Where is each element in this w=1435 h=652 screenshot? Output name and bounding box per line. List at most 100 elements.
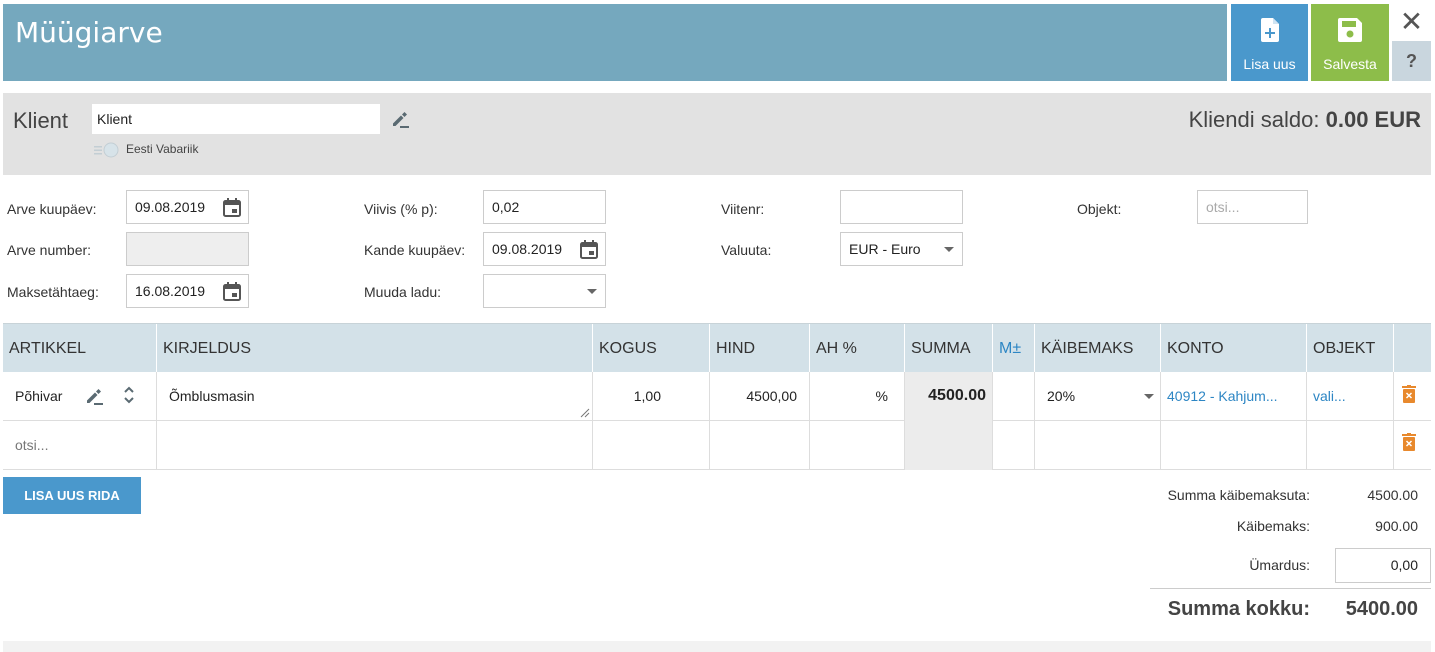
- actions-cell: [1393, 421, 1431, 470]
- client-balance: Kliendi saldo: 0.00 EUR: [1189, 107, 1421, 133]
- description-cell[interactable]: Õmblusmasin: [156, 372, 592, 421]
- edit-icon[interactable]: [85, 387, 105, 405]
- delete-row-icon[interactable]: [1402, 433, 1416, 451]
- penalty-label: Viivis (% p):: [364, 201, 438, 217]
- calendar-icon[interactable]: [223, 198, 241, 217]
- add-new-label: Lisa uus: [1243, 56, 1296, 72]
- m-toggle-cell[interactable]: [992, 421, 1034, 470]
- calendar-icon[interactable]: [223, 282, 241, 301]
- sum-cell: [904, 421, 992, 470]
- add-new-button[interactable]: Lisa uus: [1231, 4, 1308, 81]
- delete-row-icon[interactable]: [1402, 385, 1416, 403]
- col-price: HIND: [709, 324, 809, 373]
- rounding-input[interactable]: 0,00: [1335, 548, 1431, 583]
- entry-date-value: 09.08.2019: [492, 241, 563, 257]
- account-link[interactable]: 40912 - Kahjum...: [1160, 372, 1306, 421]
- due-date-field[interactable]: 16.08.2019: [126, 274, 249, 308]
- balance-value: 0.00 EUR: [1325, 107, 1421, 132]
- client-bar: Klient Eesti Vabariik Kliendi saldo: 0.0…: [3, 93, 1431, 175]
- help-button[interactable]: ?: [1392, 41, 1431, 81]
- add-row-button[interactable]: LISA UUS RIDA: [3, 477, 141, 514]
- account-cell[interactable]: [1160, 421, 1306, 470]
- new-document-icon: [1260, 18, 1279, 42]
- vat-select[interactable]: 20%: [1034, 372, 1160, 421]
- chevron-down-icon: [587, 289, 597, 294]
- description-cell[interactable]: [156, 421, 592, 470]
- col-m-toggle[interactable]: M±: [992, 324, 1034, 373]
- rounding-label: Ümardus:: [1249, 557, 1310, 573]
- entry-date-label: Kande kuupäev:: [364, 242, 466, 258]
- quantity-cell[interactable]: [592, 421, 709, 470]
- discount-cell[interactable]: [809, 421, 904, 470]
- save-icon: [1338, 18, 1362, 42]
- resize-handle-icon[interactable]: [580, 408, 590, 418]
- invoice-number-label: Arve number:: [7, 242, 92, 258]
- table-row: Põhivar Õmblusmasin 1,00 4500,00 % 4500.…: [3, 372, 1431, 421]
- chevron-down-icon: [944, 247, 954, 252]
- invoice-number-field: [126, 232, 249, 266]
- col-object: OBJEKT: [1306, 324, 1393, 373]
- chevron-down-icon: [1144, 394, 1154, 399]
- grand-total-value: 5400.00: [1345, 598, 1418, 620]
- client-label: Klient: [13, 108, 69, 133]
- invoice-date-value: 09.08.2019: [135, 199, 206, 215]
- description-value: Õmblusmasin: [169, 388, 255, 404]
- col-article: ARTIKKEL: [9, 340, 87, 357]
- reference-field[interactable]: [840, 190, 963, 224]
- warehouse-select[interactable]: [483, 274, 606, 308]
- calendar-icon[interactable]: [580, 240, 598, 259]
- table-header: ARTIKKEL KIRJELDUS KOGUS HIND AH % SUMMA…: [3, 323, 1431, 373]
- country-toggle-icon[interactable]: [93, 142, 121, 158]
- actions-cell: [1393, 372, 1431, 421]
- table-row: otsi...: [3, 421, 1431, 470]
- col-vat: KÄIBEMAKS: [1034, 324, 1160, 373]
- due-date-value: 16.08.2019: [135, 283, 206, 299]
- divider: [1150, 588, 1431, 589]
- page-title: Müügiarve: [15, 16, 163, 49]
- discount-cell[interactable]: %: [809, 372, 904, 421]
- grand-total-label: Summa kokku:: [1167, 598, 1310, 620]
- entry-date-field[interactable]: 09.08.2019: [483, 232, 606, 266]
- m-toggle-cell[interactable]: [992, 372, 1034, 421]
- object-cell[interactable]: [1306, 421, 1393, 470]
- vat-cell[interactable]: [1034, 421, 1160, 470]
- edit-client-icon[interactable]: [391, 110, 411, 128]
- footer-strip: [3, 641, 1431, 652]
- balance-label: Kliendi saldo:: [1188, 107, 1320, 132]
- client-input[interactable]: [92, 104, 380, 134]
- currency-value: EUR - Euro: [849, 241, 921, 257]
- object-label: Objekt:: [1077, 201, 1122, 217]
- article-search-field[interactable]: otsi...: [3, 421, 156, 470]
- article-cell[interactable]: Põhivar: [3, 372, 156, 421]
- save-label: Salvesta: [1323, 56, 1377, 72]
- price-cell[interactable]: [709, 421, 809, 470]
- col-actions: [1393, 324, 1431, 373]
- article-value: Põhivar: [15, 388, 63, 404]
- col-discount: AH %: [809, 324, 904, 373]
- object-search-field[interactable]: otsi...: [1197, 190, 1308, 224]
- reference-label: Viitenr:: [721, 201, 765, 217]
- price-cell[interactable]: 4500,00: [709, 372, 809, 421]
- currency-select[interactable]: EUR - Euro: [840, 232, 963, 266]
- vat-total-label: Käibemaks:: [1236, 518, 1310, 534]
- quantity-cell[interactable]: 1,00: [592, 372, 709, 421]
- save-button[interactable]: Salvesta: [1311, 4, 1389, 81]
- col-quantity: KOGUS: [592, 324, 709, 373]
- invoice-date-label: Arve kuupäev:: [7, 201, 97, 217]
- col-account: KONTO: [1160, 324, 1306, 373]
- sum-cell: 4500.00: [904, 372, 992, 421]
- object-link[interactable]: vali...: [1306, 372, 1393, 421]
- close-button[interactable]: ✕: [1392, 4, 1431, 40]
- currency-label: Valuuta:: [721, 242, 772, 258]
- reorder-icon[interactable]: [123, 385, 135, 405]
- vat-value: 20%: [1047, 388, 1076, 404]
- vat-total-value: 900.00: [1375, 518, 1418, 534]
- net-total-label: Summa käibemaksuta:: [1167, 487, 1310, 503]
- penalty-field[interactable]: 0,02: [483, 190, 606, 224]
- warehouse-label: Muuda ladu:: [364, 284, 442, 300]
- net-total-value: 4500.00: [1367, 487, 1418, 503]
- col-description: KIRJELDUS: [156, 324, 592, 373]
- invoice-date-field[interactable]: 09.08.2019: [126, 190, 249, 224]
- col-sum: SUMMA: [904, 324, 992, 373]
- due-date-label: Maksetähtaeg:: [7, 284, 99, 300]
